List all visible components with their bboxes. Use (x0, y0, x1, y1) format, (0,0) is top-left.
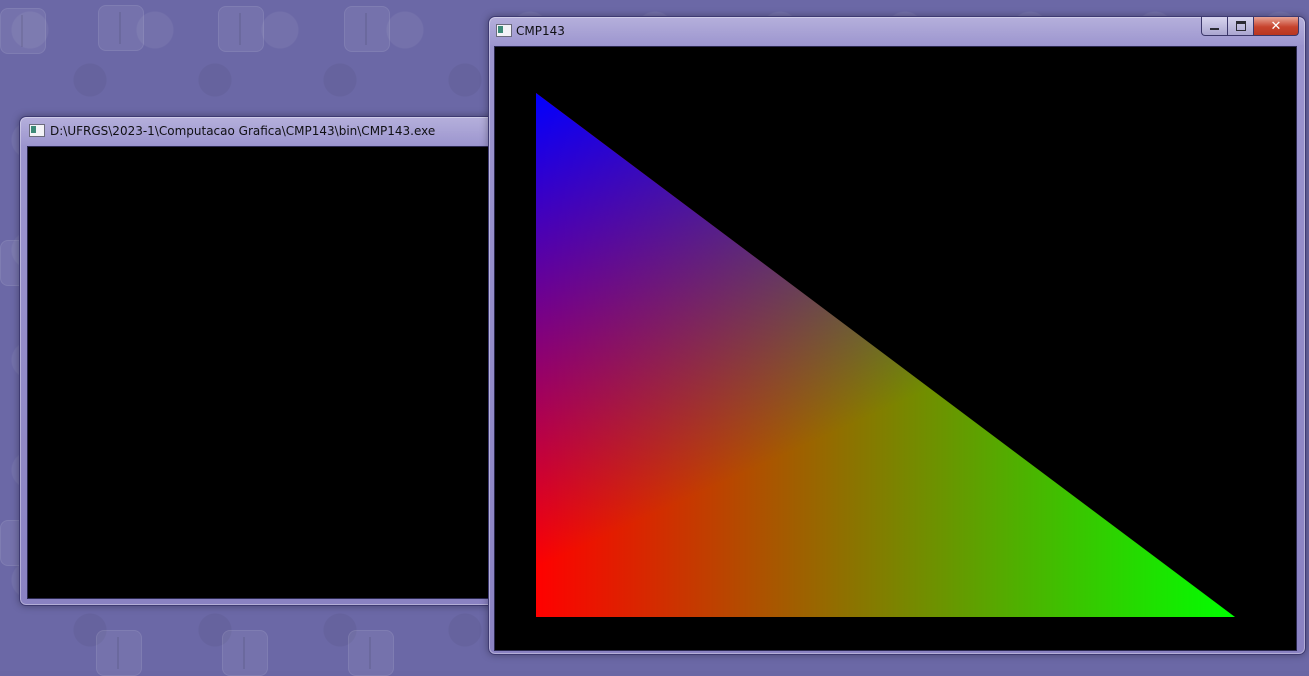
console-client-area[interactable] (27, 146, 534, 599)
window-controls: ✕ (1201, 17, 1299, 37)
console-window[interactable]: D:\UFRGS\2023-1\Computacao Grafica\CMP14… (19, 116, 541, 606)
minimize-icon (1210, 28, 1219, 30)
app-icon[interactable] (496, 24, 512, 37)
wallpaper-logo-icon (96, 630, 142, 676)
close-icon: ✕ (1270, 18, 1282, 34)
console-app-icon[interactable] (29, 124, 45, 137)
wallpaper-logo-icon (222, 630, 268, 676)
wallpaper-logo-icon (218, 6, 264, 52)
wallpaper-logo-icon (98, 5, 144, 51)
gl-window-title: CMP143 (516, 24, 565, 38)
wallpaper-logo-icon (344, 6, 390, 52)
console-window-title: D:\UFRGS\2023-1\Computacao Grafica\CMP14… (50, 124, 436, 138)
maximize-icon (1235, 21, 1246, 31)
gl-render-area[interactable] (494, 46, 1297, 651)
gl-window[interactable]: CMP143 ✕ (488, 16, 1306, 655)
gl-titlebar[interactable] (489, 17, 1305, 45)
wallpaper-logo-icon (348, 630, 394, 676)
minimize-button[interactable] (1201, 17, 1228, 36)
render-canvas (536, 93, 1235, 617)
triangle-blue-overlay (536, 93, 1235, 617)
close-button[interactable]: ✕ (1254, 17, 1299, 36)
maximize-button[interactable] (1228, 17, 1254, 36)
wallpaper-logo-icon (0, 8, 46, 54)
